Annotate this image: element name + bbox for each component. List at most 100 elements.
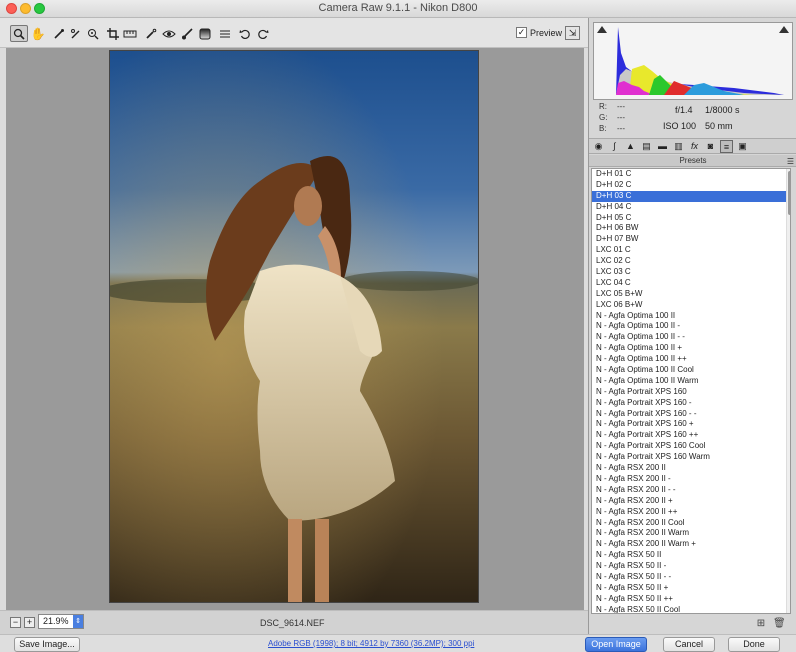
preset-item[interactable]: D+H 04 C [592,202,790,213]
spot-removal-tool[interactable] [142,25,160,42]
preset-item[interactable]: N - Agfa Optima 100 II - - [592,332,790,343]
save-image-button[interactable]: Save Image... [14,637,80,652]
workflow-options-link[interactable]: Adobe RGB (1998); 8 bit; 4912 by 7360 (3… [268,639,474,648]
preset-item[interactable]: N - Agfa Portrait XPS 160 + [592,419,790,430]
photo-preview[interactable] [109,50,479,603]
tab-presets[interactable]: ≡ [720,140,733,153]
preset-item[interactable]: N - Agfa Optima 100 II + [592,343,790,354]
zoom-level-select[interactable]: 21.9% ⇕ [38,614,84,629]
preset-item[interactable]: N - Agfa RSX 200 II ++ [592,507,790,518]
preset-item[interactable]: N - Agfa Portrait XPS 160 [592,387,790,398]
targeted-adjustment-tool[interactable] [84,25,102,42]
straighten-tool[interactable] [121,25,139,42]
preset-item[interactable]: LXC 06 B+W [592,300,790,311]
adjustment-brush-tool[interactable] [178,25,196,42]
preset-item[interactable]: N - Agfa RSX 200 II Warm + [592,539,790,550]
camera-calibration-icon: ◙ [707,141,714,151]
preset-item[interactable]: N - Agfa RSX 50 II ++ [592,594,790,605]
presets-panel-header: Presets ☰ [589,155,796,167]
tab-basic[interactable]: ◉ [592,140,605,153]
preset-item[interactable]: N - Agfa RSX 200 II + [592,496,790,507]
preset-item[interactable]: N - Agfa RSX 50 II - [592,561,790,572]
hand-tool[interactable]: ✋ [29,25,47,42]
cancel-button[interactable]: Cancel [663,637,715,652]
preset-item[interactable]: N - Agfa Optima 100 II ++ [592,354,790,365]
preferences-tool[interactable] [216,25,234,42]
plus-icon: + [26,617,33,627]
shutter-value: 1/8000 s [705,105,740,115]
preset-item[interactable]: N - Agfa RSX 200 II Warm [592,528,790,539]
preset-item[interactable]: N - Agfa Optima 100 II Warm [592,376,790,387]
preset-list[interactable]: D+H 01 C D+H 02 C D+H 03 C D+H 04 C D+H 05 C… [591,168,791,614]
preset-item[interactable]: N - Agfa RSX 200 II Cool [592,518,790,529]
zoom-in-button[interactable]: + [24,617,35,628]
white-balance-tool[interactable] [50,25,68,42]
straighten-icon [123,30,137,37]
preset-item[interactable]: N - Agfa Portrait XPS 160 Warm [592,452,790,463]
tab-split-toning[interactable]: ▬ [656,140,669,153]
scrollbar-thumb[interactable] [788,171,790,215]
preset-item[interactable]: N - Agfa RSX 200 II [592,463,790,474]
preset-item[interactable]: N - Agfa Portrait XPS 160 - [592,398,790,409]
preset-scrollbar[interactable] [786,169,790,613]
adjustment-brush-icon [182,27,193,39]
preset-item[interactable]: LXC 05 B+W [592,289,790,300]
rotate-ccw-tool[interactable] [236,25,254,42]
preset-item[interactable]: N - Agfa RSX 50 II [592,550,790,561]
preset-item[interactable]: N - Agfa RSX 50 II Cool [592,605,790,613]
preset-item[interactable]: LXC 01 C [592,245,790,256]
preset-item[interactable]: D+H 01 C [592,169,790,180]
split-toning-icon: ▬ [658,141,667,151]
targeted-adjustment-icon [88,28,99,39]
preset-item[interactable]: N - Agfa Optima 100 II [592,311,790,322]
preset-item[interactable]: LXC 03 C [592,267,790,278]
preview-label: Preview [530,28,563,38]
preset-item[interactable]: D+H 07 BW [592,234,790,245]
preset-item[interactable]: N - Agfa Optima 100 II Cool [592,365,790,376]
chevron-updown-icon: ⇕ [73,615,83,628]
open-image-button[interactable]: Open Image [585,637,647,652]
new-preset-icon[interactable]: ⊞ [755,618,767,630]
fullscreen-button[interactable]: ⇲ [565,26,580,40]
preset-item[interactable]: N - Agfa Portrait XPS 160 - - [592,409,790,420]
preset-item[interactable]: N - Agfa Portrait XPS 160 Cool [592,441,790,452]
preset-item[interactable]: D+H 06 BW [592,223,790,234]
preset-item[interactable]: N - Agfa RSX 50 II + [592,583,790,594]
preset-item[interactable]: LXC 04 C [592,278,790,289]
detail-icon: ▲ [626,141,635,151]
preset-item[interactable]: D+H 05 C [592,213,790,224]
color-sampler-tool[interactable] [67,25,85,42]
red-eye-tool[interactable] [160,25,178,42]
preset-item[interactable]: N - Agfa Portrait XPS 160 ++ [592,430,790,441]
panel-menu-icon[interactable]: ☰ [787,156,794,167]
tab-detail[interactable]: ▲ [624,140,637,153]
rotate-cw-tool[interactable] [254,25,272,42]
preview-checkbox[interactable]: ✓ [516,27,527,38]
preset-item[interactable]: N - Agfa RSX 50 II - - [592,572,790,583]
highlight-clipping-icon[interactable] [779,26,789,33]
zoom-tool[interactable] [10,25,28,42]
crop-tool[interactable] [104,25,122,42]
preset-item[interactable]: N - Agfa Optima 100 II - [592,321,790,332]
preset-item[interactable]: D+H 03 C [592,190,790,202]
zoom-icon [13,28,25,40]
trash-icon[interactable]: 🗑 [773,618,786,630]
zoom-out-button[interactable]: − [10,617,21,628]
tab-lens[interactable]: ▥ [672,140,685,153]
preset-item[interactable]: LXC 02 C [592,256,790,267]
preset-item[interactable]: N - Agfa RSX 200 II - - [592,485,790,496]
preferences-icon [220,30,230,37]
graduated-filter-tool[interactable] [196,25,214,42]
basic-icon: ◉ [594,141,603,151]
tab-hsl[interactable]: ▤ [640,140,653,153]
tab-camera-calibration[interactable]: ◙ [704,140,717,153]
preset-item[interactable]: N - Agfa RSX 200 II - [592,474,790,485]
red-eye-icon [162,30,176,37]
tab-tone-curve[interactable]: ∫ [608,140,621,153]
tab-snapshots[interactable]: ▣ [736,140,749,153]
tab-effects[interactable]: fx [688,140,701,153]
shadow-clipping-icon[interactable] [597,26,607,33]
done-button[interactable]: Done [728,637,780,652]
preset-item[interactable]: D+H 02 C [592,180,790,191]
image-filename: DSC_9614.NEF [260,618,325,628]
